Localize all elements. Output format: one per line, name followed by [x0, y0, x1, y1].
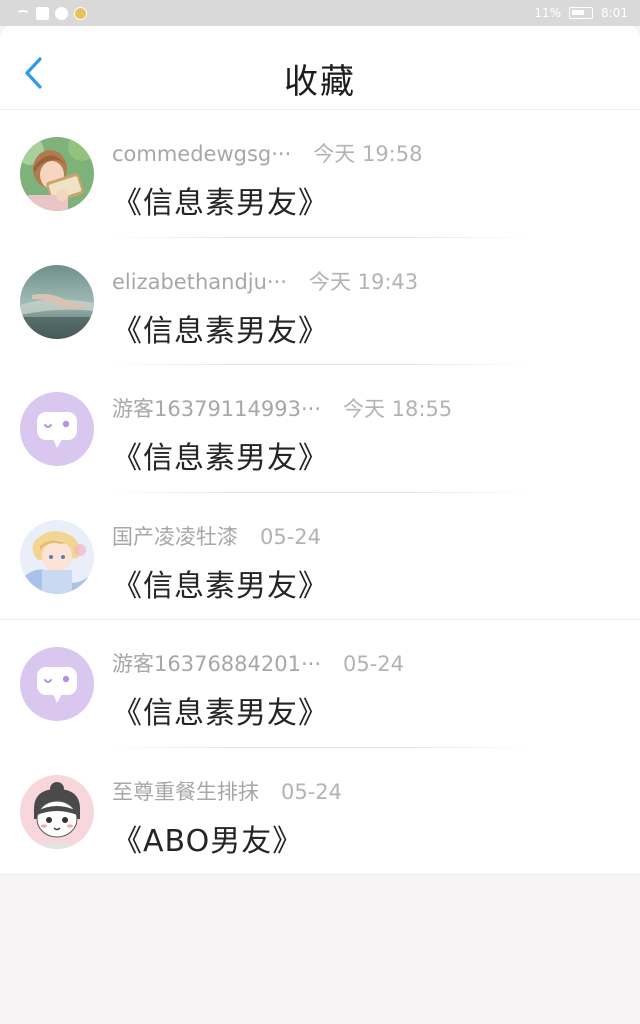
page-title: 收藏 — [284, 62, 356, 102]
favorited-message: 《ABO男友》 — [112, 823, 304, 859]
notification-app-icon — [36, 6, 49, 20]
item-meta: 游客16376884201··· 05-24 — [112, 648, 404, 678]
favorited-message: 《信息素男友》 — [112, 186, 329, 221]
anime-boy-illustration-icon — [20, 519, 94, 594]
list-item[interactable]: 游客16376884201··· 05-24 《信息素男友》 — [0, 620, 640, 748]
timestamp: 05-24 — [260, 524, 322, 549]
status-bar: 11% 8:01 — [0, 0, 640, 26]
avatar[interactable] — [20, 137, 94, 211]
timestamp: 05-24 — [281, 779, 343, 804]
list-item[interactable]: elizabethandju··· 今天 19:43 《信息素男友》 — [0, 238, 640, 365]
item-meta: 国产凌凌牡漆 05-24 — [112, 521, 321, 551]
avatar[interactable] — [20, 519, 94, 594]
list-item[interactable]: 游客16379114993··· 今天 18:55 《信息素男友》 — [0, 365, 640, 493]
item-meta: 游客16379114993··· 今天 18:55 — [112, 393, 452, 423]
status-icons-right: 11% 8:01 — [534, 6, 628, 20]
status-icons-left — [16, 6, 87, 20]
girl-reading-photo-icon — [20, 137, 94, 211]
timestamp: 今天 19:43 — [308, 269, 419, 294]
sender-name: 游客16379114993··· — [112, 397, 321, 421]
timestamp: 今天 18:55 — [343, 397, 453, 421]
chat-bot-icon — [20, 392, 94, 466]
item-meta: 至尊重餐生排抹 05-24 — [112, 776, 342, 806]
favorited-message: 《信息素男友》 — [112, 313, 329, 349]
avatar[interactable] — [20, 264, 94, 339]
divider — [0, 874, 640, 875]
list-item[interactable]: commedewgsg··· 今天 19:58 《信息素男友》 — [0, 110, 640, 238]
clock: 8:01 — [601, 6, 628, 20]
favorited-message: 《信息素男友》 — [112, 441, 329, 476]
favorited-message: 《信息素男友》 — [112, 696, 329, 731]
emoji-app-icon — [74, 6, 87, 20]
wifi-icon — [16, 10, 30, 18]
sender-name: 游客16376884201··· — [112, 652, 321, 676]
battery-percent: 11% — [534, 6, 562, 20]
battery-icon — [569, 7, 594, 19]
favorites-list: commedewgsg··· 今天 19:58 《信息素男友》 elizabet… — [0, 110, 640, 875]
list-item[interactable]: 国产凌凌牡漆 05-24 《信息素男友》 — [0, 493, 640, 620]
avatar[interactable] — [20, 774, 94, 849]
sender-name: 国产凌凌牡漆 — [112, 524, 238, 549]
sender-name: commedewgsg··· — [112, 142, 292, 166]
wechat-icon — [55, 6, 68, 20]
item-meta: commedewgsg··· 今天 19:58 — [112, 138, 422, 168]
item-meta: elizabethandju··· 今天 19:43 — [112, 266, 418, 296]
chat-bot-icon — [20, 647, 94, 721]
timestamp: 今天 19:58 — [313, 142, 423, 166]
cartoon-girl-illustration-icon — [20, 774, 94, 849]
header: 收藏 — [0, 26, 640, 110]
avatar[interactable] — [20, 647, 94, 721]
sender-name: 至尊重餐生排抹 — [112, 779, 259, 804]
favorited-message: 《信息素男友》 — [112, 568, 329, 604]
list-item[interactable]: 至尊重餐生排抹 05-24 《ABO男友》 — [0, 748, 640, 875]
hand-in-rain-photo-icon — [20, 264, 94, 339]
avatar[interactable] — [20, 392, 94, 466]
sender-name: elizabethandju··· — [112, 269, 287, 294]
timestamp: 05-24 — [343, 652, 405, 676]
